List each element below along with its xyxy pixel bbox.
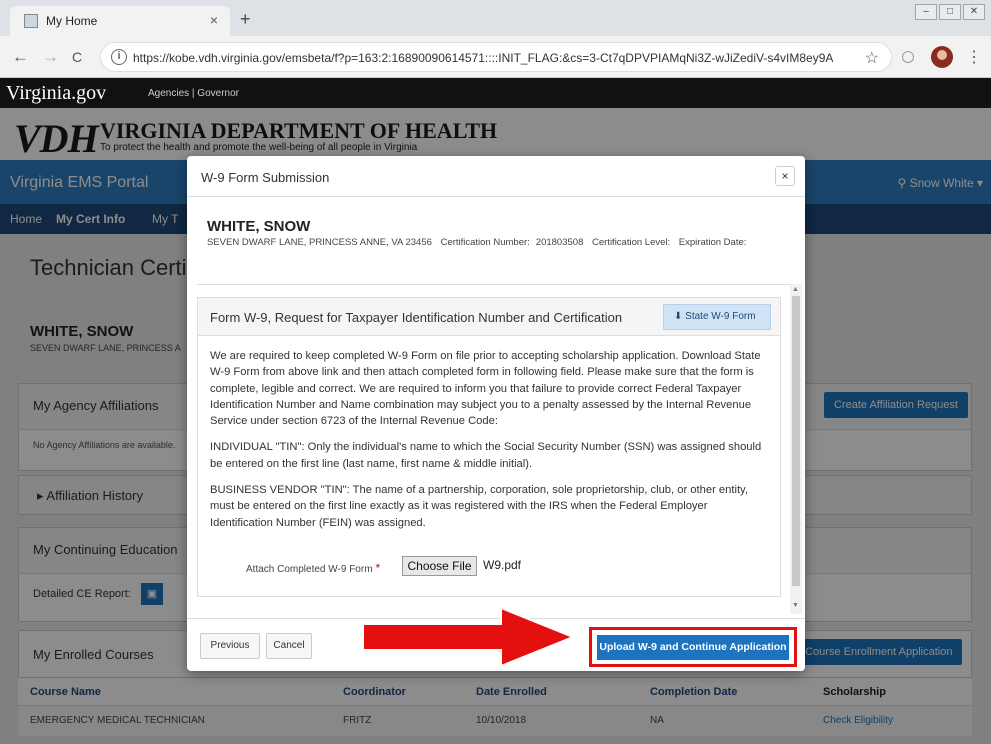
tab-strip: My Home × + – □ ✕ xyxy=(0,0,991,36)
state-w9-download-button[interactable]: ⬇ State W-9 Form xyxy=(663,304,771,330)
address-toolbar: ← → C i https://kobe.vdh.virginia.gov/em… xyxy=(0,36,991,78)
modal-scroll-region[interactable]: Form W-9, Request for Taxpayer Identific… xyxy=(197,284,791,598)
applicant-info: SEVEN DWARF LANE, PRINCESS ANNE, VA 2345… xyxy=(207,236,777,250)
cert-number: 201803508 xyxy=(535,237,584,248)
browser-tab[interactable]: My Home × xyxy=(10,6,230,36)
w9-section-header: Form W-9, Request for Taxpayer Identific… xyxy=(198,298,780,336)
modal-scrollbar[interactable]: ▲ ▼ xyxy=(790,284,802,614)
state-w9-label: State W-9 Form xyxy=(685,311,756,322)
info-icon[interactable]: i xyxy=(111,49,127,65)
window-controls: – □ ✕ xyxy=(915,4,985,20)
cert-level-label: Certification Level: xyxy=(592,237,671,248)
close-window-button[interactable]: ✕ xyxy=(963,4,985,20)
browser-chrome: My Home × + – □ ✕ ← → C i https://kobe.v… xyxy=(0,0,991,78)
reload-icon[interactable]: C xyxy=(72,49,82,65)
scroll-up-icon[interactable]: ▲ xyxy=(792,286,799,293)
previous-button[interactable]: Previous xyxy=(200,633,260,659)
download-icon: ⬇ xyxy=(674,311,686,322)
required-marker: * xyxy=(375,561,381,575)
modal-header: W-9 Form Submission × xyxy=(187,156,805,197)
virginia-gov-bar: Virginia.gov Agencies | Governor xyxy=(0,78,991,108)
cancel-button[interactable]: Cancel xyxy=(266,633,312,659)
modal-title: W-9 Form Submission xyxy=(201,170,330,185)
w9-paragraph-1: We are required to keep completed W-9 Fo… xyxy=(210,350,761,428)
attach-label: Attach Completed W-9 Form * xyxy=(246,561,380,575)
gov-links[interactable]: Agencies | Governor xyxy=(148,88,239,99)
cert-number-label: Certification Number: xyxy=(440,237,530,248)
upload-w9-button[interactable]: Upload W-9 and Continue Application xyxy=(597,635,789,660)
virginia-gov-logo[interactable]: Virginia.gov xyxy=(6,82,106,105)
selected-file-name: W9.pdf xyxy=(483,558,522,572)
applicant-name: WHITE, SNOW xyxy=(207,218,311,235)
scroll-down-icon[interactable]: ▼ xyxy=(792,602,799,609)
annotation-arrow xyxy=(362,606,576,668)
extension-icon[interactable] xyxy=(902,51,914,63)
w9-section: Form W-9, Request for Taxpayer Identific… xyxy=(197,297,781,597)
highlight-box: Upload W-9 and Continue Application xyxy=(589,627,797,667)
w9-paragraph-2: INDIVIDUAL "TIN": Only the individual's … xyxy=(210,441,762,470)
expiration-label: Expiration Date: xyxy=(678,237,747,248)
choose-file-button[interactable]: Choose File xyxy=(402,556,477,576)
arrow-shape xyxy=(362,606,576,668)
w9-instructions: We are required to keep completed W-9 Fo… xyxy=(210,348,770,541)
page-favicon-icon xyxy=(24,14,38,28)
browser-menu-icon[interactable]: ⋮ xyxy=(966,47,982,67)
w9-section-title: Form W-9, Request for Taxpayer Identific… xyxy=(210,310,623,325)
minimize-button[interactable]: – xyxy=(915,4,937,20)
w9-paragraph-3: BUSINESS VENDOR "TIN": The name of a par… xyxy=(210,484,748,529)
applicant-address: SEVEN DWARF LANE, PRINCESS ANNE, VA 2345… xyxy=(207,237,432,248)
maximize-button[interactable]: □ xyxy=(939,4,961,20)
w9-modal: W-9 Form Submission × WHITE, SNOW SEVEN … xyxy=(187,156,805,671)
bookmark-star-icon[interactable]: ☆ xyxy=(865,48,879,68)
back-icon[interactable]: ← xyxy=(12,47,29,67)
scroll-thumb[interactable] xyxy=(792,296,800,586)
address-bar[interactable]: i https://kobe.vdh.virginia.gov/emsbeta/… xyxy=(100,42,892,72)
tab-title: My Home xyxy=(46,14,98,28)
attach-label-text: Attach Completed W-9 Form xyxy=(246,564,373,575)
forward-icon[interactable]: → xyxy=(42,47,59,67)
close-icon[interactable]: × xyxy=(775,166,795,186)
new-tab-icon[interactable]: + xyxy=(240,9,251,30)
url-text[interactable]: https://kobe.vdh.virginia.gov/emsbeta/f?… xyxy=(133,51,833,65)
close-tab-icon[interactable]: × xyxy=(210,12,218,28)
profile-avatar-icon[interactable] xyxy=(931,46,953,68)
